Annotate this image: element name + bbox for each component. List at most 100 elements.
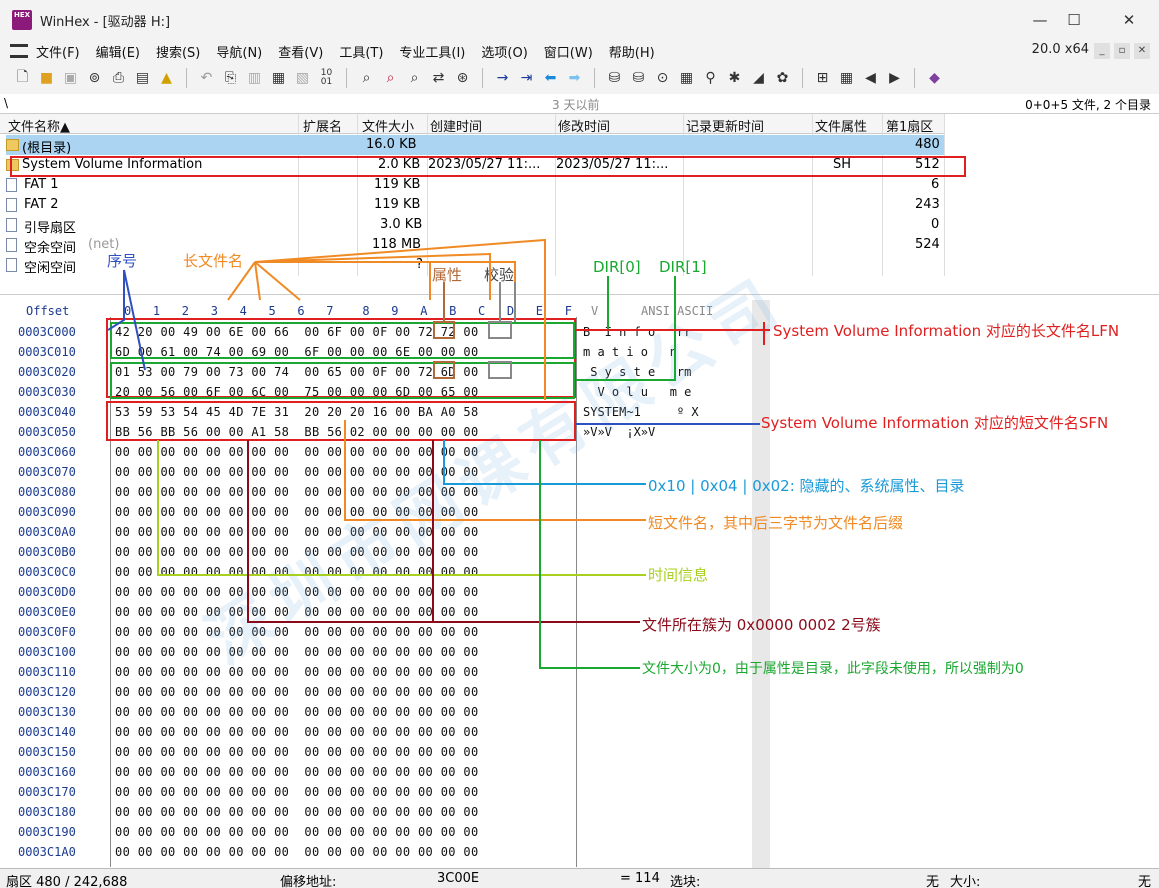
hex-bytes[interactable]: 00 00 00 00 00 00 00 00 00 00 00 00 00 0… bbox=[115, 845, 479, 859]
forward-icon[interactable]: ➡ bbox=[564, 68, 585, 89]
menu-search[interactable]: 搜索(S) bbox=[148, 42, 208, 61]
open-disk-icon[interactable]: ⊚ bbox=[84, 68, 105, 89]
status-select-label: 选块: bbox=[670, 875, 701, 888]
hex-bytes[interactable]: 00 00 00 00 00 00 00 00 00 00 00 00 00 0… bbox=[115, 825, 479, 839]
disk-clone-icon[interactable]: ⛁ bbox=[628, 68, 649, 89]
goto-sector-icon[interactable]: ⇥ bbox=[516, 68, 537, 89]
binary-icon[interactable]: 10 01 bbox=[316, 68, 337, 89]
file-sector: 480 bbox=[915, 137, 940, 152]
prev-icon[interactable]: ◀ bbox=[860, 68, 881, 89]
find-hex-icon[interactable]: ⌕ bbox=[380, 68, 401, 89]
hex-bytes[interactable]: 00 00 00 00 00 00 00 00 00 00 00 00 00 0… bbox=[115, 805, 479, 819]
zoom-icon[interactable]: ⚲ bbox=[700, 68, 721, 89]
document-menu-icon[interactable] bbox=[10, 44, 28, 58]
hash-icon[interactable]: ✱ bbox=[724, 68, 745, 89]
hex-bytes[interactable]: 00 00 00 00 00 00 00 00 00 00 00 00 00 0… bbox=[115, 645, 479, 659]
checksum-box-2 bbox=[488, 361, 512, 379]
file-name: 空余空间 bbox=[24, 241, 77, 256]
print-icon[interactable]: ⎙ bbox=[108, 68, 129, 89]
find-text-icon[interactable]: ⌕ bbox=[356, 68, 377, 89]
col-record-updated[interactable]: 记录更新时间 bbox=[686, 116, 764, 135]
col-filename[interactable]: 文件名称▲ bbox=[8, 116, 70, 135]
replace-text-icon[interactable]: ⌕ bbox=[404, 68, 425, 89]
status-size-label: 大小: bbox=[950, 875, 981, 888]
row-offset: 0003C140 bbox=[18, 725, 76, 739]
menu-view[interactable]: 查看(V) bbox=[270, 42, 331, 61]
menu-navigation[interactable]: 导航(N) bbox=[208, 42, 270, 61]
save-icon[interactable]: ▣ bbox=[60, 68, 81, 89]
menu-bar: 文件(F) 编辑(E) 搜索(S) 导航(N) 查看(V) 工具(T) 专业工具… bbox=[0, 40, 1159, 62]
row-offset: 0003C010 bbox=[18, 345, 76, 359]
next-icon[interactable]: ▶ bbox=[884, 68, 905, 89]
file-row-slack-space[interactable]: 空余空间 (net) 118 MB 524 bbox=[6, 235, 944, 256]
maximize-button[interactable]: ☐ bbox=[1050, 0, 1098, 40]
new-file-icon[interactable]: 🗋 bbox=[12, 68, 33, 89]
export-icon[interactable]: ▲ bbox=[156, 68, 177, 89]
child-minimize-button[interactable]: _ bbox=[1094, 43, 1110, 59]
help-book-icon[interactable]: ◆ bbox=[924, 68, 945, 89]
grid-icon[interactable]: ▦ bbox=[836, 68, 857, 89]
replace-hex-icon[interactable]: ⇄ bbox=[428, 68, 449, 89]
undo-icon[interactable]: ↶ bbox=[196, 68, 217, 89]
calculator-icon[interactable]: ▦ bbox=[676, 68, 697, 89]
col-size[interactable]: 文件大小 bbox=[362, 116, 414, 135]
menu-options[interactable]: 选项(O) bbox=[473, 42, 535, 61]
col-extension[interactable]: 扩展名 bbox=[303, 116, 342, 135]
copy-icon[interactable]: ⎘ bbox=[220, 68, 241, 89]
status-offset-label: 偏移地址: bbox=[280, 875, 337, 888]
close-button[interactable]: ✕ bbox=[1105, 0, 1153, 40]
disk-tools-icon[interactable]: ⛁ bbox=[604, 68, 625, 89]
hex-column-header: 0 1 2 3 4 5 6 7 8 9 A B C D E F bbox=[124, 304, 572, 318]
menu-file[interactable]: 文件(F) bbox=[28, 42, 88, 61]
menu-window[interactable]: 窗口(W) bbox=[536, 42, 601, 61]
file-sector: 243 bbox=[915, 197, 940, 212]
hex-bytes[interactable]: 00 00 00 00 00 00 00 00 00 00 00 00 00 0… bbox=[115, 785, 479, 799]
back-icon[interactable]: ⬅ bbox=[540, 68, 561, 89]
col-created[interactable]: 创建时间 bbox=[430, 116, 482, 135]
file-row-free-space[interactable]: 空闲空间 ? bbox=[6, 255, 944, 276]
menu-edit[interactable]: 编辑(E) bbox=[88, 42, 148, 61]
col-modified[interactable]: 修改时间 bbox=[558, 116, 610, 135]
hex-bytes[interactable]: 00 00 00 00 00 00 00 00 00 00 00 00 00 0… bbox=[115, 725, 479, 739]
file-name: (根目录) bbox=[22, 141, 72, 156]
hex-bytes[interactable]: 00 00 00 00 00 00 00 00 00 00 00 00 00 0… bbox=[115, 705, 479, 719]
menu-pro-tools[interactable]: 专业工具(I) bbox=[391, 42, 473, 61]
paste-block-icon[interactable]: ▧ bbox=[292, 68, 313, 89]
row-offset: 0003C180 bbox=[18, 805, 76, 819]
file-row-boot-sector[interactable]: 引导扇区 3.0 KB 0 bbox=[6, 215, 944, 236]
child-close-button[interactable]: ✕ bbox=[1134, 43, 1150, 59]
dir-browser-icon[interactable]: ⊞ bbox=[812, 68, 833, 89]
hex-scrollbar[interactable] bbox=[752, 300, 770, 868]
find-special-icon[interactable]: ⊛ bbox=[452, 68, 473, 89]
title-bar: HEX WinHex - [驱动器 H:] — ☐ ✕ bbox=[0, 0, 1159, 40]
col-attributes[interactable]: 文件属性 bbox=[815, 116, 867, 135]
label-attribute: 属性 bbox=[432, 266, 463, 284]
file-row-root[interactable]: (根目录) 16.0 KB 480 bbox=[6, 135, 944, 156]
file-name: 引导扇区 bbox=[24, 221, 77, 236]
settings-icon[interactable]: ✿ bbox=[772, 68, 793, 89]
properties-icon[interactable]: ▤ bbox=[132, 68, 153, 89]
open-folder-icon[interactable]: ■ bbox=[36, 68, 57, 89]
hex-bytes[interactable]: 00 00 00 00 00 00 00 00 00 00 00 00 00 0… bbox=[115, 745, 479, 759]
menu-tools[interactable]: 工具(T) bbox=[331, 42, 391, 61]
cut-icon[interactable]: ▥ bbox=[244, 68, 265, 89]
label-lfn-desc: System Volume Information 对应的长文件名LFN bbox=[773, 322, 1120, 340]
file-row-fat2[interactable]: FAT 2 119 KB 243 bbox=[6, 195, 944, 215]
hex-bytes[interactable]: 00 00 00 00 00 00 00 00 00 00 00 00 00 0… bbox=[115, 765, 479, 779]
hex-bytes[interactable]: 00 00 00 00 00 00 00 00 00 00 00 00 00 0… bbox=[115, 665, 479, 679]
toolbar-separator bbox=[914, 68, 915, 88]
label-dir0: DIR[0] bbox=[593, 258, 641, 276]
child-restore-button[interactable]: ▫ bbox=[1114, 43, 1130, 59]
row-offset: 0003C150 bbox=[18, 745, 76, 759]
label-time-desc: 时间信息 bbox=[648, 566, 709, 584]
file-size: 3.0 KB bbox=[380, 217, 423, 232]
label-attr-desc: 0x10 | 0x04 | 0x02: 隐藏的、系统属性、目录 bbox=[648, 477, 965, 495]
paste-icon[interactable]: ▦ bbox=[268, 68, 289, 89]
chart-icon[interactable]: ◢ bbox=[748, 68, 769, 89]
col-first-sector[interactable]: 第1扇区 bbox=[886, 116, 933, 135]
disk-editor-icon[interactable]: ⊙ bbox=[652, 68, 673, 89]
file-row-fat1[interactable]: FAT 1 119 KB 6 bbox=[6, 175, 944, 195]
hex-bytes[interactable]: 00 00 00 00 00 00 00 00 00 00 00 00 00 0… bbox=[115, 685, 479, 699]
menu-help[interactable]: 帮助(H) bbox=[601, 42, 663, 61]
goto-offset-icon[interactable]: → bbox=[492, 68, 513, 89]
